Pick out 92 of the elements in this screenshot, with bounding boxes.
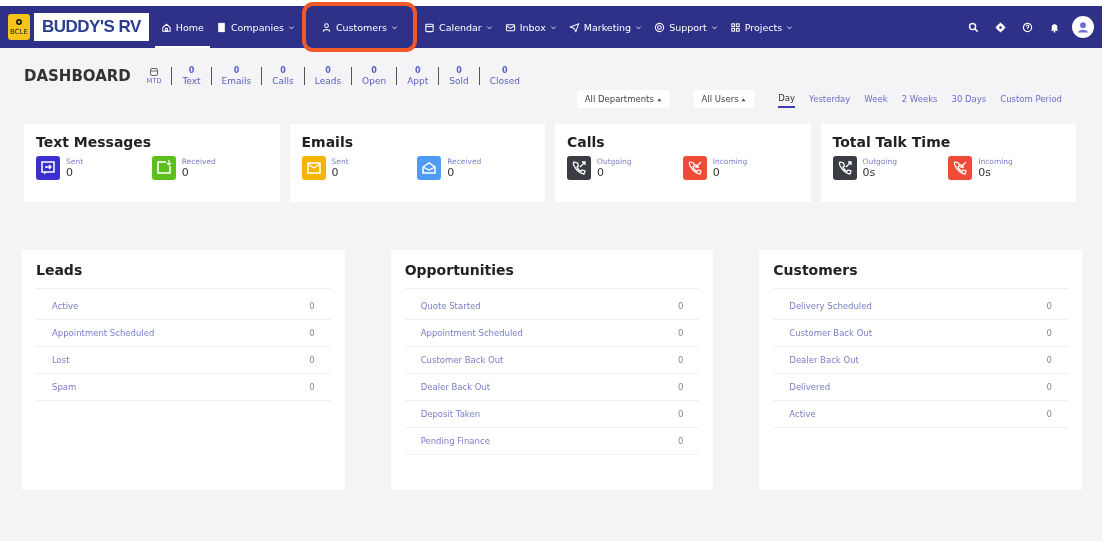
summary-stat: 0 Leads bbox=[314, 66, 342, 86]
status-count: 0 bbox=[677, 355, 684, 365]
stat-value: 0 bbox=[331, 166, 340, 179]
stat-value: 0 bbox=[66, 166, 74, 179]
caret-icon bbox=[710, 23, 718, 31]
home-icon bbox=[160, 21, 172, 33]
status-label[interactable]: Dealer Back Out bbox=[420, 382, 491, 392]
filter-dropdown[interactable]: All Departments bbox=[576, 90, 670, 108]
status-label[interactable]: Deposit Taken bbox=[420, 409, 481, 419]
calendar-icon bbox=[149, 67, 160, 77]
range-tab[interactable]: Week bbox=[864, 91, 888, 107]
status-label[interactable]: Customer Back Out bbox=[420, 355, 504, 365]
card-title: Leads bbox=[36, 262, 331, 289]
bell-icon[interactable] bbox=[1049, 21, 1060, 33]
status-label[interactable]: Active bbox=[789, 409, 816, 419]
card-title: Calls bbox=[567, 134, 606, 150]
status-label[interactable]: Lost bbox=[52, 355, 70, 365]
status-count: 0 bbox=[1046, 328, 1052, 338]
range-tab[interactable]: Yesterday bbox=[809, 91, 851, 107]
stat-value: 0 bbox=[712, 166, 721, 179]
range-tab[interactable]: 2 Weeks bbox=[901, 91, 938, 107]
card-title: Total Talk Time bbox=[832, 134, 952, 150]
card-title: Text Messages bbox=[36, 134, 153, 150]
summary-stat: 0 Sold bbox=[449, 66, 469, 86]
caret-icon bbox=[485, 23, 493, 31]
caret-icon bbox=[741, 97, 747, 102]
stat-value: 0s bbox=[978, 166, 992, 179]
stat-value: 0s bbox=[862, 166, 877, 179]
status-label[interactable]: Quote Started bbox=[420, 301, 481, 311]
filter-dropdown[interactable]: All Users bbox=[693, 90, 755, 108]
caret-icon bbox=[786, 23, 794, 31]
nav-item[interactable]: Calendar bbox=[418, 6, 499, 48]
card-title: Customers bbox=[773, 262, 1068, 289]
status-label[interactable]: Customer Back Out bbox=[789, 328, 873, 338]
status-count: 0 bbox=[677, 328, 684, 338]
status-count: 0 bbox=[309, 355, 315, 365]
nav-item[interactable]: Customers bbox=[306, 7, 413, 47]
caret-icon bbox=[656, 97, 662, 102]
search-icon[interactable] bbox=[968, 21, 979, 33]
help-icon[interactable] bbox=[1022, 21, 1033, 33]
stat-value: 0 bbox=[181, 166, 190, 179]
status-label[interactable]: Appointment Scheduled bbox=[52, 328, 155, 338]
caret-icon bbox=[549, 23, 557, 31]
status-count: 0 bbox=[677, 382, 684, 392]
calendar-icon bbox=[424, 21, 436, 33]
card-title: Emails bbox=[301, 134, 355, 150]
user-icon bbox=[320, 21, 332, 33]
status-label[interactable]: Dealer Back Out bbox=[789, 355, 859, 365]
stat-value: 0 bbox=[447, 166, 456, 179]
status-label[interactable]: Active bbox=[52, 301, 79, 311]
status-count: 0 bbox=[677, 301, 684, 311]
status-label[interactable]: Appointment Scheduled bbox=[420, 328, 523, 338]
inbox-icon bbox=[504, 21, 516, 33]
range-tab[interactable]: Day bbox=[778, 90, 796, 108]
summary-stat: 0 Closed bbox=[489, 66, 520, 86]
status-label[interactable]: Delivered bbox=[789, 382, 831, 392]
nav-item[interactable]: Home bbox=[154, 6, 210, 48]
caret-icon bbox=[391, 23, 399, 31]
range-tab[interactable]: Custom Period bbox=[1000, 91, 1062, 107]
status-count: 0 bbox=[1046, 409, 1052, 419]
nav-item[interactable]: Projects bbox=[723, 6, 800, 48]
status-count: 0 bbox=[1046, 301, 1052, 311]
status-count: 0 bbox=[309, 382, 315, 392]
range-tab[interactable]: 30 Days bbox=[951, 91, 987, 107]
grid-icon bbox=[729, 21, 741, 33]
caret-icon bbox=[635, 23, 643, 31]
nav-item[interactable]: Companies bbox=[209, 6, 301, 48]
status-label[interactable]: Delivery Scheduled bbox=[789, 301, 872, 311]
summary-stat: 0 Open bbox=[362, 66, 387, 86]
status-count: 0 bbox=[677, 436, 684, 446]
summary-stat: 0 Text bbox=[182, 66, 201, 86]
stat-value: 0 bbox=[597, 166, 605, 179]
summary-stat: 0 Emails bbox=[221, 66, 252, 86]
building-icon bbox=[215, 21, 227, 33]
page-title: DASHBOARD bbox=[24, 67, 131, 85]
summary-stat: 0 Appt bbox=[407, 66, 429, 86]
status-label[interactable]: Pending Finance bbox=[420, 436, 490, 446]
nav-item[interactable]: Support bbox=[648, 6, 724, 48]
nav-item[interactable]: Marketing bbox=[562, 6, 649, 48]
status-count: 0 bbox=[309, 328, 315, 338]
status-count: 0 bbox=[1046, 382, 1052, 392]
brand-logo[interactable]: BUDDY'S RV bbox=[34, 13, 149, 41]
card-title: Opportunities bbox=[404, 262, 700, 289]
status-label[interactable]: Spam bbox=[52, 382, 77, 392]
caret-icon bbox=[287, 23, 295, 31]
status-count: 0 bbox=[309, 301, 315, 311]
avatar-icon[interactable] bbox=[1072, 16, 1094, 38]
status-count: 0 bbox=[1046, 355, 1052, 365]
status-count: 0 bbox=[677, 409, 684, 419]
summary-stat: 0 Calls bbox=[272, 66, 294, 86]
nav-item[interactable]: Inbox bbox=[498, 6, 563, 48]
send-icon bbox=[568, 21, 580, 33]
